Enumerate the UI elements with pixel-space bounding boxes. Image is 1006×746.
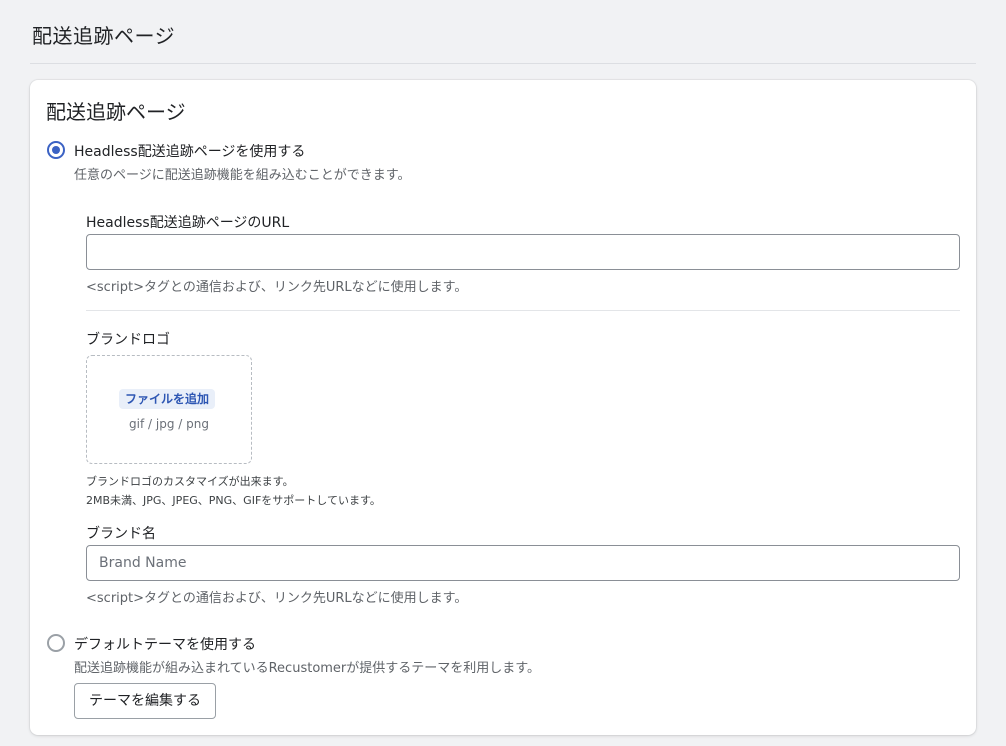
tracking-page-settings-card: 配送追跡ページ Headless配送追跡ページを使用する 任意のページに配送追跡… (30, 80, 976, 735)
brand-name-help: <script>タグとの通信および、リンク先URLなどに使用します。 (86, 591, 468, 606)
allowed-file-types: gif / jpg / png (129, 417, 209, 431)
add-file-button[interactable]: ファイルを追加 (119, 389, 216, 409)
title-divider (30, 63, 976, 64)
brand-logo-dropzone[interactable]: ファイルを追加 gif / jpg / png (86, 355, 252, 464)
brand-logo-note-1: ブランドロゴのカスタマイズが出来ます。 (86, 475, 294, 488)
default-theme-label[interactable]: デフォルトテーマを使用する (74, 634, 256, 654)
page-title: 配送追跡ページ (32, 24, 176, 48)
brand-name-label: ブランド名 (86, 526, 156, 542)
headless-option-label[interactable]: Headless配送追跡ページを使用する (74, 141, 305, 161)
section-divider (86, 310, 960, 311)
brand-logo-label: ブランドロゴ (86, 332, 170, 348)
headless-url-input[interactable] (86, 234, 960, 270)
card-title: 配送追跡ページ (46, 100, 186, 124)
headless-option-radio[interactable] (47, 141, 65, 159)
headless-option-description: 任意のページに配送追跡機能を組み込むことができます。 (74, 168, 411, 183)
default-theme-description: 配送追跡機能が組み込まれているRecustomerが提供するテーマを利用します。 (74, 661, 540, 676)
brand-logo-note-2: 2MB未満、JPG、JPEG、PNG、GIFをサポートしています。 (86, 494, 381, 507)
headless-url-help: <script>タグとの通信および、リンク先URLなどに使用します。 (86, 280, 468, 295)
default-theme-radio[interactable] (47, 634, 65, 652)
edit-theme-button[interactable]: テーマを編集する (74, 683, 216, 719)
brand-name-input[interactable] (86, 545, 960, 581)
headless-url-label: Headless配送追跡ページのURL (86, 215, 290, 231)
